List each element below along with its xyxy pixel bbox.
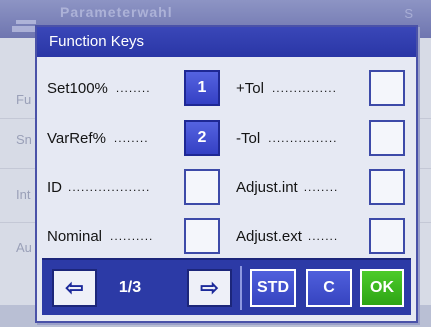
leader-dots: ................	[268, 131, 338, 145]
next-page-button[interactable]: ⇨	[187, 269, 232, 307]
function-key-set100[interactable]: 1	[184, 70, 220, 106]
function-key-nominal[interactable]	[184, 218, 220, 254]
function-keys-dialog: Function Keys Set100% ........ 1 VarRef%…	[35, 25, 418, 323]
function-key-varref[interactable]: 2	[184, 120, 220, 156]
leader-dots: ..........	[110, 229, 154, 243]
function-label: Nominal	[47, 227, 103, 245]
function-label: Set100%	[47, 79, 108, 97]
background-row-label: Fu	[16, 92, 32, 107]
background-row-label: Au	[16, 240, 32, 255]
function-key-id[interactable]	[184, 169, 220, 205]
function-row-plus-tol: +Tol ...............	[236, 68, 337, 108]
previous-page-button[interactable]: ⇦	[52, 269, 97, 307]
function-label: Adjust.ext	[236, 227, 302, 245]
function-row-adjust-ext: Adjust.ext .......	[236, 216, 338, 256]
leader-dots: ...............	[271, 81, 337, 95]
arrow-right-icon: ⇨	[200, 275, 219, 300]
arrow-left-icon: ⇦	[65, 275, 84, 300]
leader-dots: ...................	[68, 180, 151, 194]
function-key-plus-tol[interactable]	[369, 70, 405, 106]
background-title: Parameterwahl	[60, 4, 173, 20]
function-key-adjust-int[interactable]	[369, 169, 405, 205]
leader-dots: ........	[115, 81, 151, 95]
function-key-adjust-ext[interactable]	[369, 218, 405, 254]
function-key-minus-tol[interactable]	[369, 120, 405, 156]
function-row-id: ID ...................	[47, 167, 150, 207]
std-button[interactable]: STD	[250, 269, 296, 307]
leader-dots: ........	[113, 131, 149, 145]
function-row-nominal: Nominal ..........	[47, 216, 153, 256]
ok-button[interactable]: OK	[360, 269, 404, 307]
c-button[interactable]: C	[306, 269, 352, 307]
leader-dots: ........	[303, 180, 339, 194]
background-row-label: Sn	[16, 132, 32, 147]
function-row-set100: Set100% ........	[47, 68, 151, 108]
function-label: -Tol	[236, 129, 261, 147]
function-label: VarRef%	[47, 129, 106, 147]
background-title-right: S	[404, 6, 413, 21]
function-label: +Tol	[236, 79, 264, 97]
dialog-title: Function Keys	[37, 27, 416, 57]
function-row-adjust-int: Adjust.int ........	[236, 167, 338, 207]
leader-dots: .......	[307, 229, 339, 243]
function-row-varref: VarRef% ........	[47, 118, 149, 158]
function-row-minus-tol: -Tol ................	[236, 118, 338, 158]
footer-divider	[240, 266, 242, 310]
background-row-label: Int	[16, 187, 31, 202]
dialog-footer: ⇦ 1/3 ⇨ STD C OK	[42, 258, 411, 315]
function-label: ID	[47, 178, 62, 196]
function-label: Adjust.int	[236, 178, 298, 196]
page-indicator: 1/3	[118, 279, 142, 296]
